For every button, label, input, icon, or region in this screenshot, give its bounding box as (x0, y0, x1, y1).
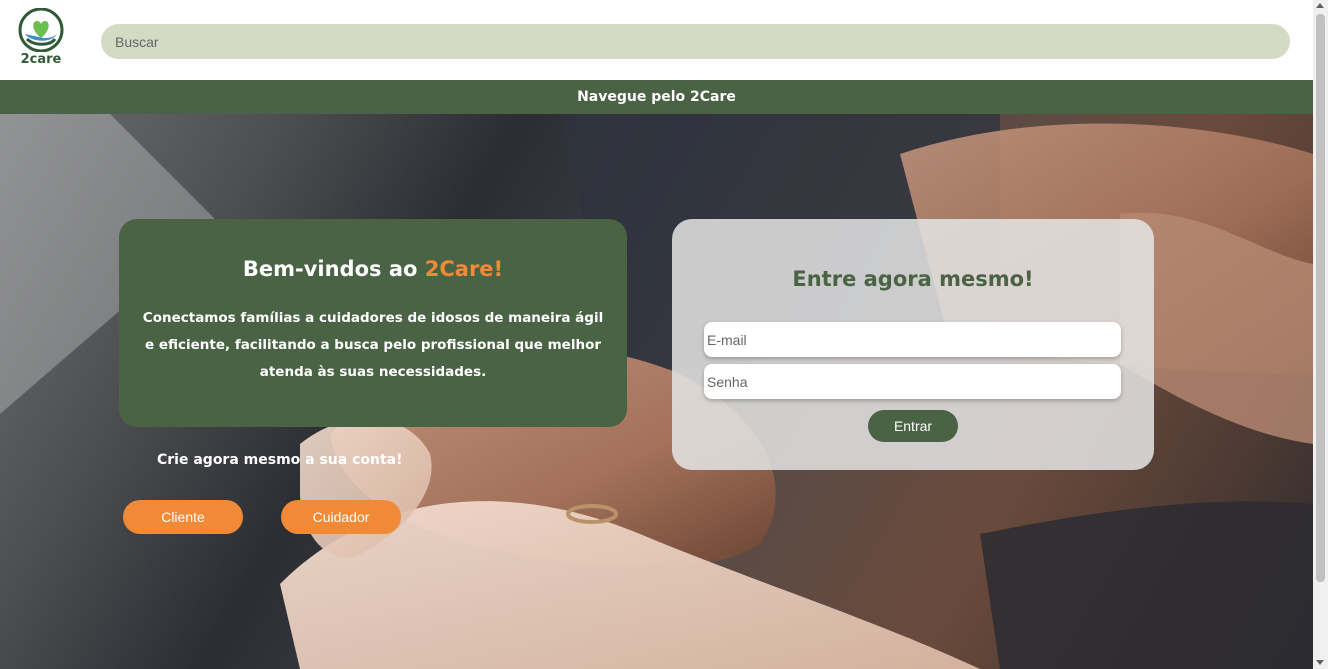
welcome-title-brand: 2Care! (424, 257, 504, 281)
site-header: 2care (0, 0, 1313, 80)
welcome-title: Bem-vindos ao 2Care! (119, 257, 627, 281)
scrollbar-thumb[interactable] (1316, 14, 1325, 582)
signup-prompt: Crie agora mesmo a sua conta! (157, 452, 403, 468)
caregiver-signup-button[interactable]: Cuidador (281, 500, 401, 534)
login-card: Entre agora mesmo! Entrar (672, 219, 1154, 470)
welcome-card: Bem-vindos ao 2Care! Conectamos famílias… (119, 219, 627, 427)
logo-text: 2care (20, 52, 62, 67)
heart-hands-logo-icon (18, 8, 64, 52)
email-field[interactable] (704, 322, 1121, 357)
password-field[interactable] (704, 364, 1121, 399)
welcome-description: Conectamos famílias a cuidadores de idos… (142, 310, 604, 380)
nav-label[interactable]: Navegue pelo 2Care (577, 89, 736, 105)
client-signup-button[interactable]: Cliente (123, 500, 243, 534)
login-button[interactable]: Entrar (868, 410, 958, 442)
login-title: Entre agora mesmo! (792, 267, 1034, 291)
nav-bar[interactable]: Navegue pelo 2Care (0, 80, 1313, 114)
search-input[interactable] (101, 24, 1290, 59)
logo[interactable]: 2care (16, 8, 66, 67)
scroll-down-arrow-icon[interactable] (1316, 660, 1324, 665)
welcome-title-prefix: Bem-vindos ao (242, 257, 425, 281)
scroll-up-arrow-icon[interactable] (1316, 3, 1324, 8)
